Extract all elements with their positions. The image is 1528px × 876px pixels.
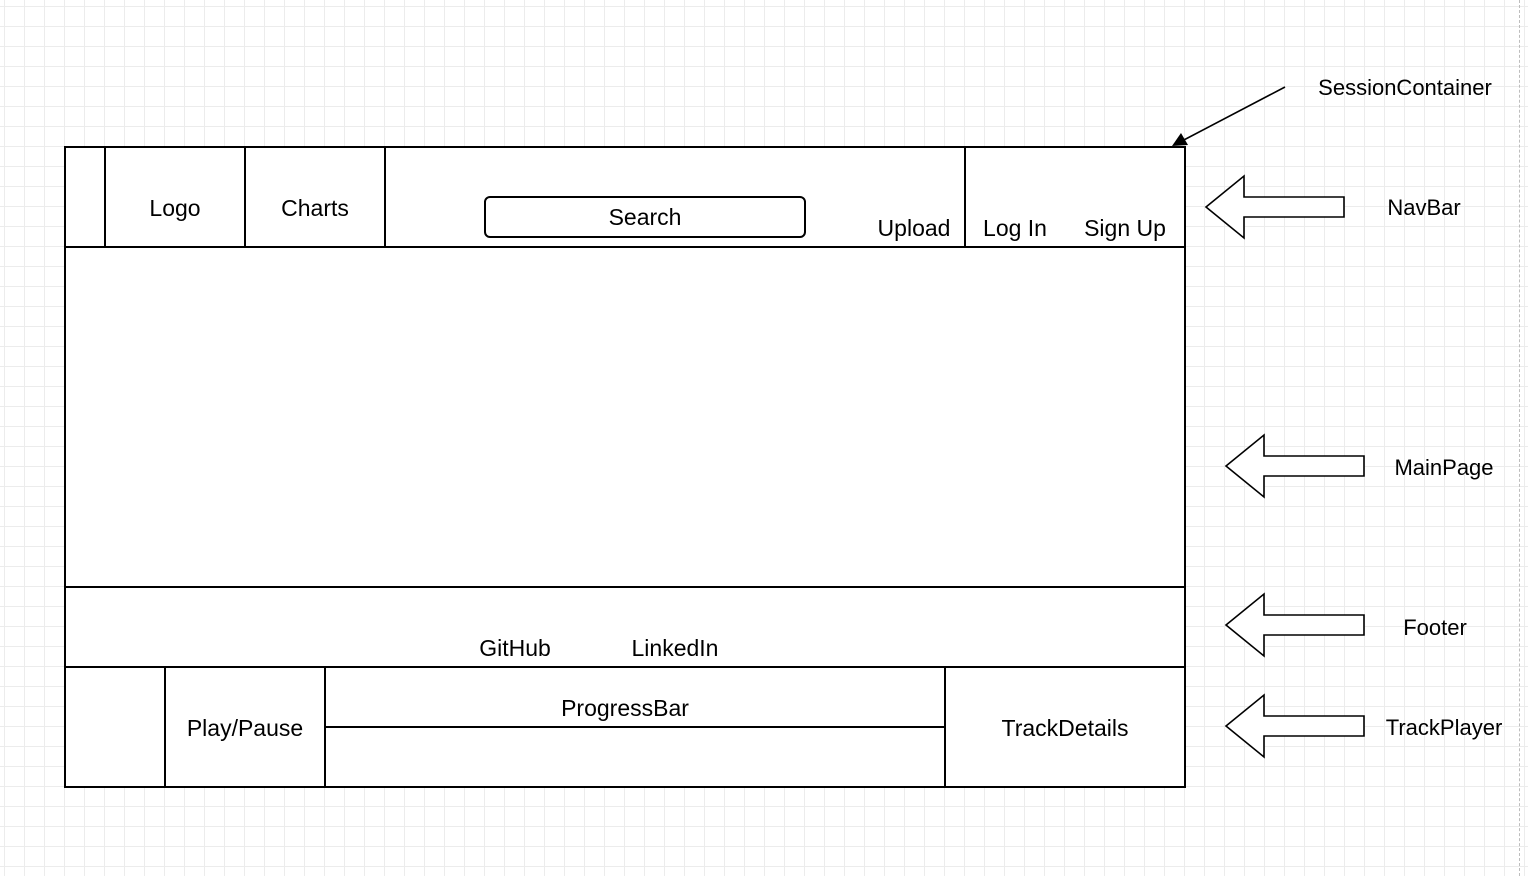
footer-arrow-icon <box>1224 592 1365 658</box>
main-page-arrow-icon <box>1224 433 1365 499</box>
main-page-annotation: MainPage <box>1394 455 1494 480</box>
footer-annotation: Footer <box>1403 615 1467 640</box>
track-player-arrow-icon <box>1224 693 1365 759</box>
track-player-annotation: TrackPlayer <box>1385 715 1503 740</box>
annotation-arrows <box>1172 86 1365 759</box>
navbar-annotation: NavBar <box>1387 195 1461 220</box>
navbar-arrow-icon <box>1204 174 1345 240</box>
session-container-annotation: SessionContainer <box>1318 75 1492 100</box>
session-container-pointer-arrow <box>1172 86 1286 146</box>
